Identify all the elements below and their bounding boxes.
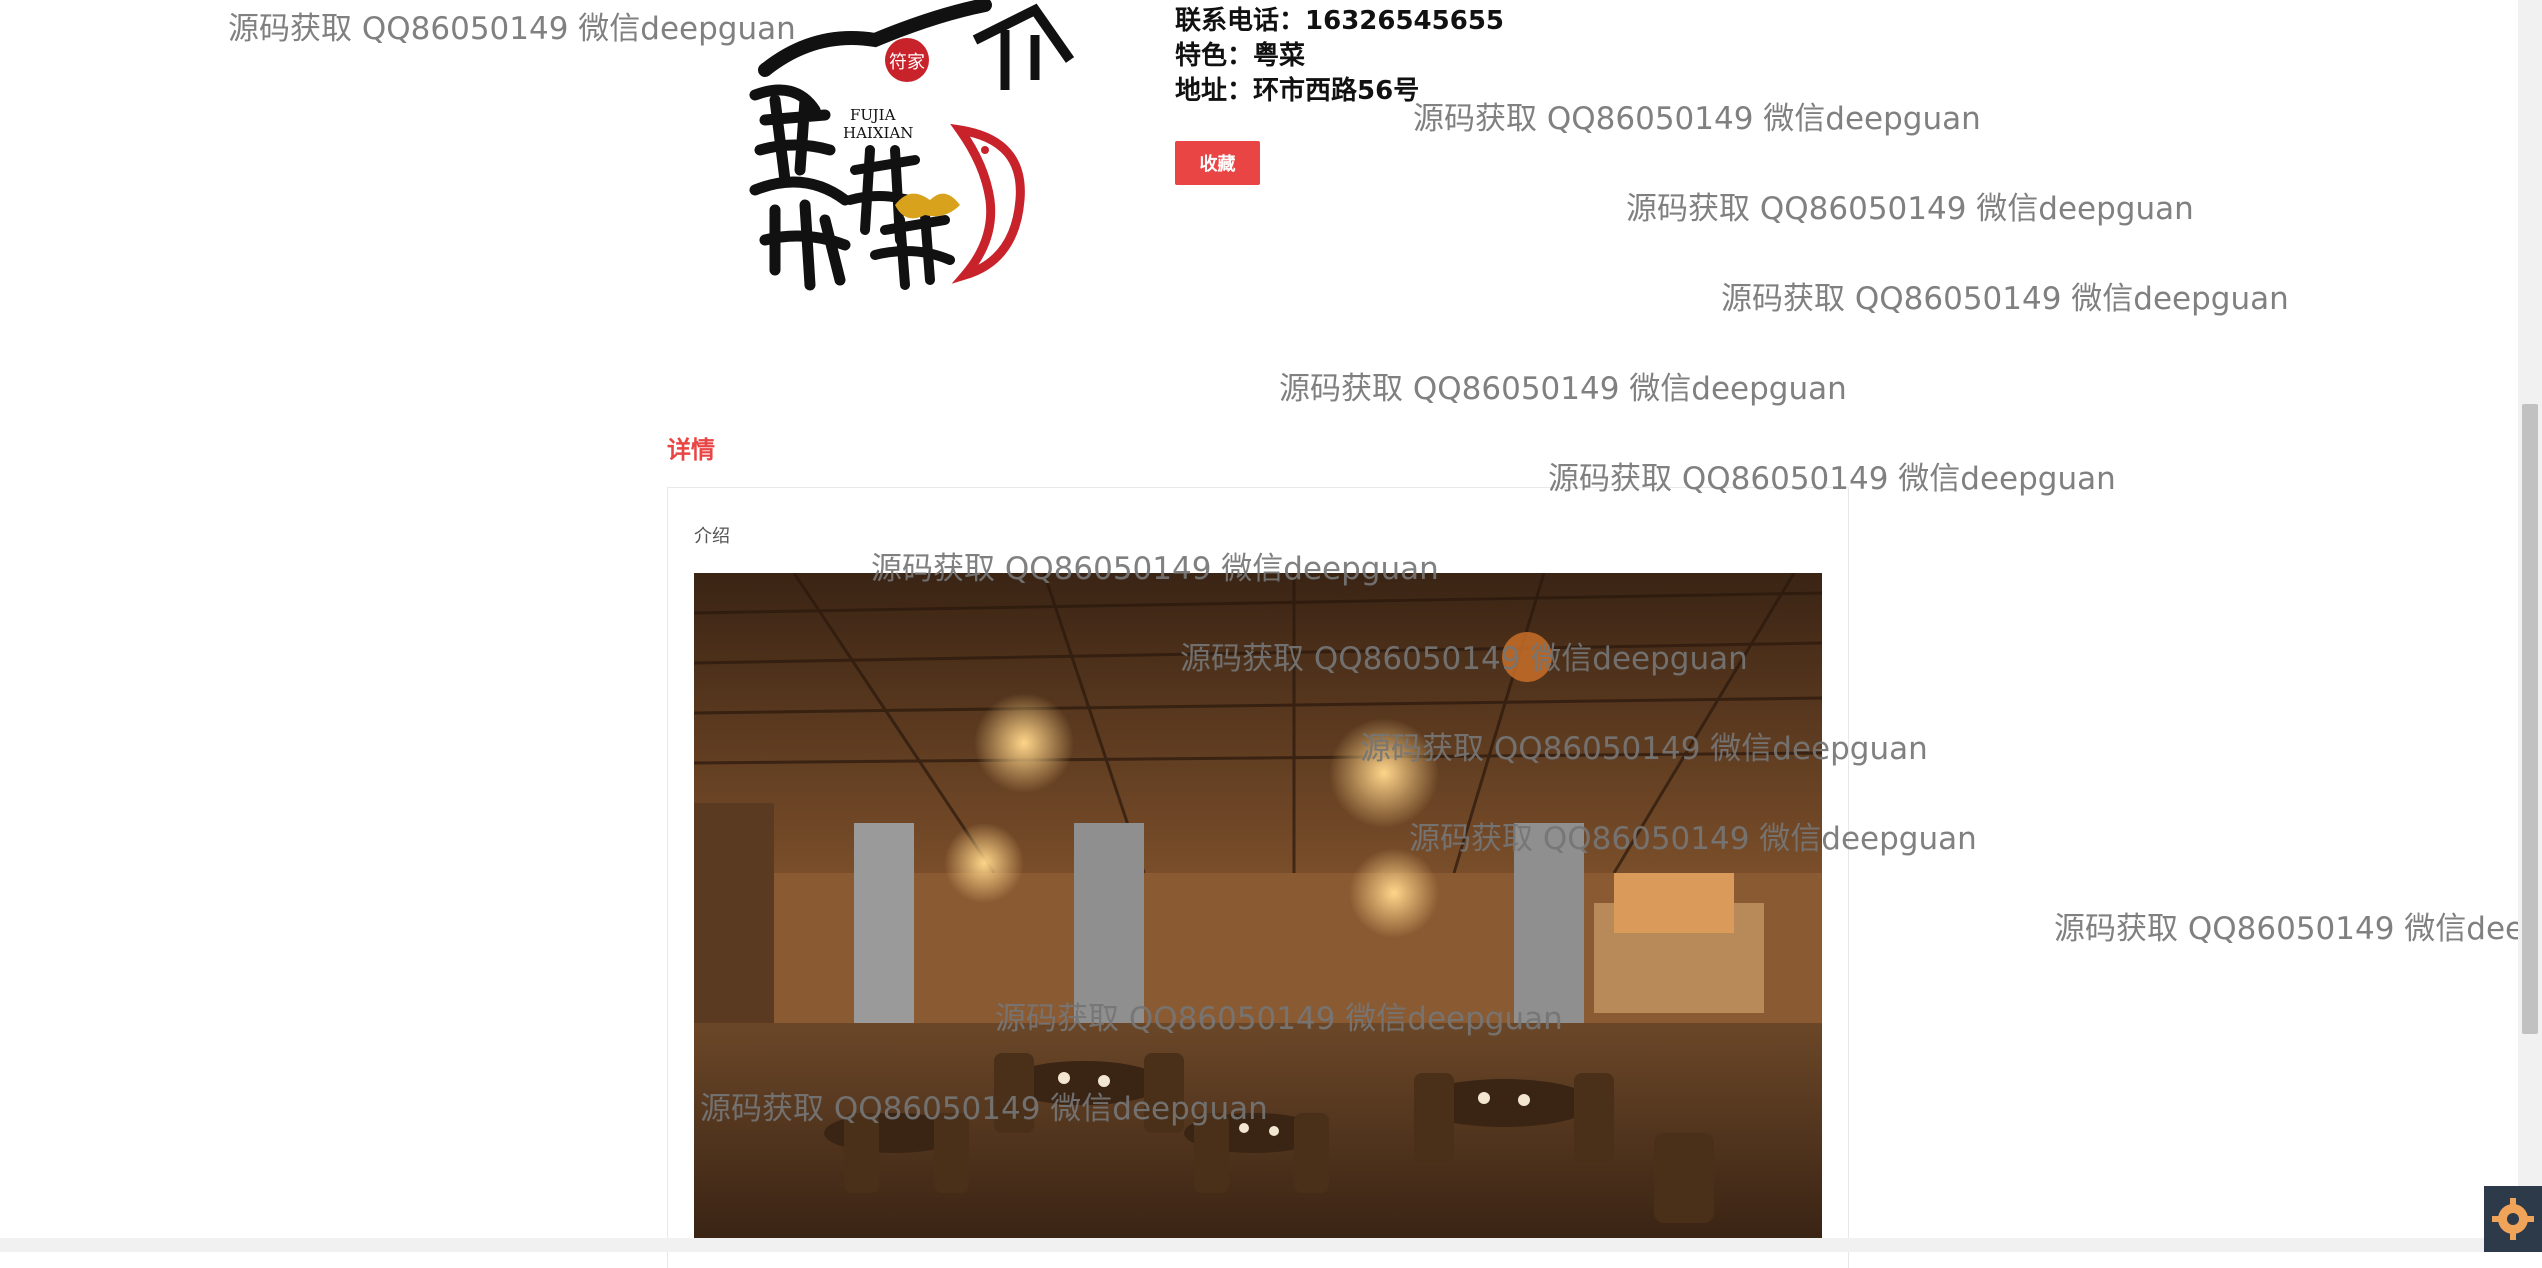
specialty-line: 特色：粤菜 (1175, 39, 1305, 73)
watermark: 源码获取 QQ86050149 微信deepguan (228, 11, 796, 47)
intro-label: 介绍 (694, 526, 730, 547)
specialty-label: 特色： (1175, 41, 1254, 71)
favorite-button[interactable]: 收藏 (1175, 141, 1260, 185)
restaurant-logo: 符家 FUJIA HAIXIAN (749, 0, 1075, 291)
specialty-value: 粤菜 (1253, 41, 1306, 71)
details-title: 详情 (667, 436, 715, 464)
mouse-cursor (1502, 632, 1552, 682)
watermark: 源码获取 QQ86050149 微信deepguan (1413, 101, 1981, 137)
address-value: 环市西路56号 (1253, 76, 1420, 106)
vertical-scrollbar-thumb[interactable] (2522, 404, 2538, 1034)
horizontal-scrollbar[interactable] (0, 1238, 2542, 1252)
phone-label: 联系电话： (1175, 6, 1306, 36)
address-label: 地址： (1175, 76, 1254, 106)
phone-value: 16326545655 (1305, 6, 1505, 36)
watermark: 源码获取 QQ86050149 微信deepguan (2054, 911, 2542, 947)
gear-icon (2492, 1198, 2534, 1240)
phone-line: 联系电话：16326545655 (1175, 4, 1504, 38)
restaurant-interior-photo (694, 573, 1822, 1238)
svg-text:HAIXIAN: HAIXIAN (843, 124, 913, 142)
watermark: 源码获取 QQ86050149 微信deepguan (1721, 281, 2289, 317)
logo-seal-text: 符家 (889, 52, 925, 73)
address-line: 地址：环市西路56号 (1175, 74, 1419, 108)
svg-text:FUJIA: FUJIA (850, 106, 896, 124)
watermark: 源码获取 QQ86050149 微信deepguan (1626, 191, 2194, 227)
watermark: 源码获取 QQ86050149 微信deepguan (1279, 371, 1847, 407)
details-panel: 介绍 (667, 487, 1849, 1268)
settings-corner-button[interactable] (2484, 1186, 2542, 1252)
